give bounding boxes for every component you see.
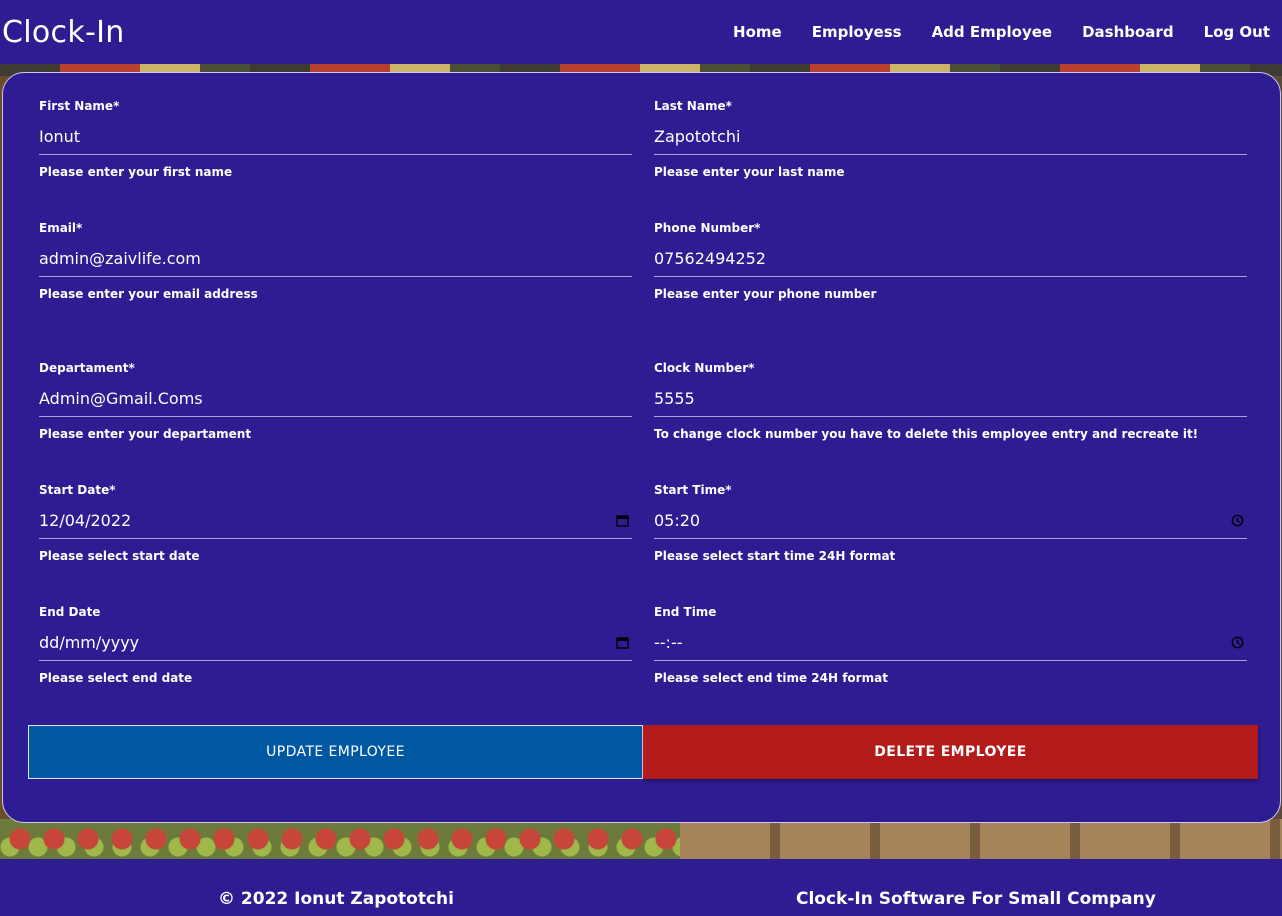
end-date-input[interactable]: dd/mm/yyyy bbox=[39, 633, 615, 653]
navbar: Clock-In Home Employess Add Employee Das… bbox=[0, 0, 1282, 64]
clock-number-field: Clock Number* 5555 To change clock numbe… bbox=[654, 361, 1247, 441]
nav-log-out[interactable]: Log Out bbox=[1204, 23, 1270, 41]
nav-dashboard[interactable]: Dashboard bbox=[1082, 23, 1173, 41]
first-name-input-row: Ionut bbox=[39, 125, 632, 155]
start-date-input-row: 12/04/2022 bbox=[39, 509, 632, 539]
email-input-row: admin@zaivlife.com bbox=[39, 247, 632, 277]
nav-employees[interactable]: Employess bbox=[812, 23, 902, 41]
employee-form-card: First Name* Ionut Please enter your firs… bbox=[2, 72, 1281, 823]
phone-label: Phone Number* bbox=[654, 221, 761, 235]
end-time-input[interactable]: --:-- bbox=[654, 633, 1230, 653]
department-label: Departament* bbox=[39, 361, 135, 375]
email-input[interactable]: admin@zaivlife.com bbox=[39, 249, 632, 269]
phone-input[interactable]: 07562494252 bbox=[654, 249, 1247, 269]
department-input-row: Admin@Gmail.Coms bbox=[39, 387, 632, 417]
first-name-input[interactable]: Ionut bbox=[39, 127, 632, 147]
end-date-field: End Date dd/mm/yyyy Please select end da… bbox=[39, 605, 632, 685]
last-name-help: Please enter your last name bbox=[654, 165, 845, 179]
last-name-input[interactable]: Zapototchi bbox=[654, 127, 1247, 147]
phone-help: Please enter your phone number bbox=[654, 287, 877, 301]
last-name-input-row: Zapototchi bbox=[654, 125, 1247, 155]
email-label: Email* bbox=[39, 221, 83, 235]
nav-links: Home Employess Add Employee Dashboard Lo… bbox=[703, 23, 1282, 41]
footer-tagline: Clock-In Software For Small Company bbox=[796, 889, 1156, 909]
department-field: Departament* Admin@Gmail.Coms Please ent… bbox=[39, 361, 632, 441]
delete-employee-button[interactable]: DELETE EMPLOYEE bbox=[643, 725, 1258, 779]
phone-field: Phone Number* 07562494252 Please enter y… bbox=[654, 221, 1247, 301]
first-name-label: First Name* bbox=[39, 99, 120, 113]
calendar-icon[interactable] bbox=[615, 514, 629, 528]
footer: © 2022 Ionut Zapototchi Clock-In Softwar… bbox=[0, 859, 1282, 916]
start-time-input[interactable]: 05:20 bbox=[654, 511, 1230, 531]
email-field: Email* admin@zaivlife.com Please enter y… bbox=[39, 221, 632, 301]
clock-number-input: 5555 bbox=[654, 388, 695, 408]
start-date-input[interactable]: 12/04/2022 bbox=[39, 511, 615, 531]
first-name-help: Please enter your first name bbox=[39, 165, 233, 179]
first-name-field: First Name* Ionut Please enter your firs… bbox=[39, 99, 632, 179]
brand-logo[interactable]: Clock-In bbox=[0, 15, 125, 50]
end-time-input-row: --:-- bbox=[654, 631, 1247, 661]
footer-copyright: © 2022 Ionut Zapototchi bbox=[218, 889, 454, 909]
end-date-input-row: dd/mm/yyyy bbox=[39, 631, 632, 661]
phone-input-row: 07562494252 bbox=[654, 247, 1247, 277]
calendar-icon[interactable] bbox=[615, 636, 629, 650]
start-time-label: Start Time* bbox=[654, 483, 732, 497]
clock-number-label: Clock Number* bbox=[654, 361, 755, 375]
start-time-field: Start Time* 05:20 Please select start ti… bbox=[654, 483, 1247, 563]
end-time-label: End Time bbox=[654, 605, 717, 619]
background-crates bbox=[680, 819, 1282, 859]
end-date-help: Please select end date bbox=[39, 671, 193, 685]
clock-icon[interactable] bbox=[1230, 514, 1244, 528]
start-date-label: Start Date* bbox=[39, 483, 116, 497]
clock-number-input-row: 5555 bbox=[654, 387, 1247, 417]
department-help: Please enter your departament bbox=[39, 427, 252, 441]
update-employee-button[interactable]: UPDATE EMPLOYEE bbox=[28, 725, 643, 779]
nav-home[interactable]: Home bbox=[733, 23, 782, 41]
end-time-help: Please select end time 24H format bbox=[654, 671, 888, 685]
start-date-help: Please select start date bbox=[39, 549, 200, 563]
end-time-field: End Time --:-- Please select end time 24… bbox=[654, 605, 1247, 685]
clock-number-help: To change clock number you have to delet… bbox=[654, 427, 1199, 441]
last-name-field: Last Name* Zapototchi Please enter your … bbox=[654, 99, 1247, 179]
email-help: Please enter your email address bbox=[39, 287, 258, 301]
end-date-label: End Date bbox=[39, 605, 101, 619]
last-name-label: Last Name* bbox=[654, 99, 732, 113]
nav-add-employee[interactable]: Add Employee bbox=[932, 23, 1053, 41]
background-produce bbox=[0, 819, 680, 859]
start-time-input-row: 05:20 bbox=[654, 509, 1247, 539]
start-date-field: Start Date* 12/04/2022 Please select sta… bbox=[39, 483, 632, 563]
clock-icon[interactable] bbox=[1230, 636, 1244, 650]
department-input[interactable]: Admin@Gmail.Coms bbox=[39, 389, 632, 409]
start-time-help: Please select start time 24H format bbox=[654, 549, 896, 563]
